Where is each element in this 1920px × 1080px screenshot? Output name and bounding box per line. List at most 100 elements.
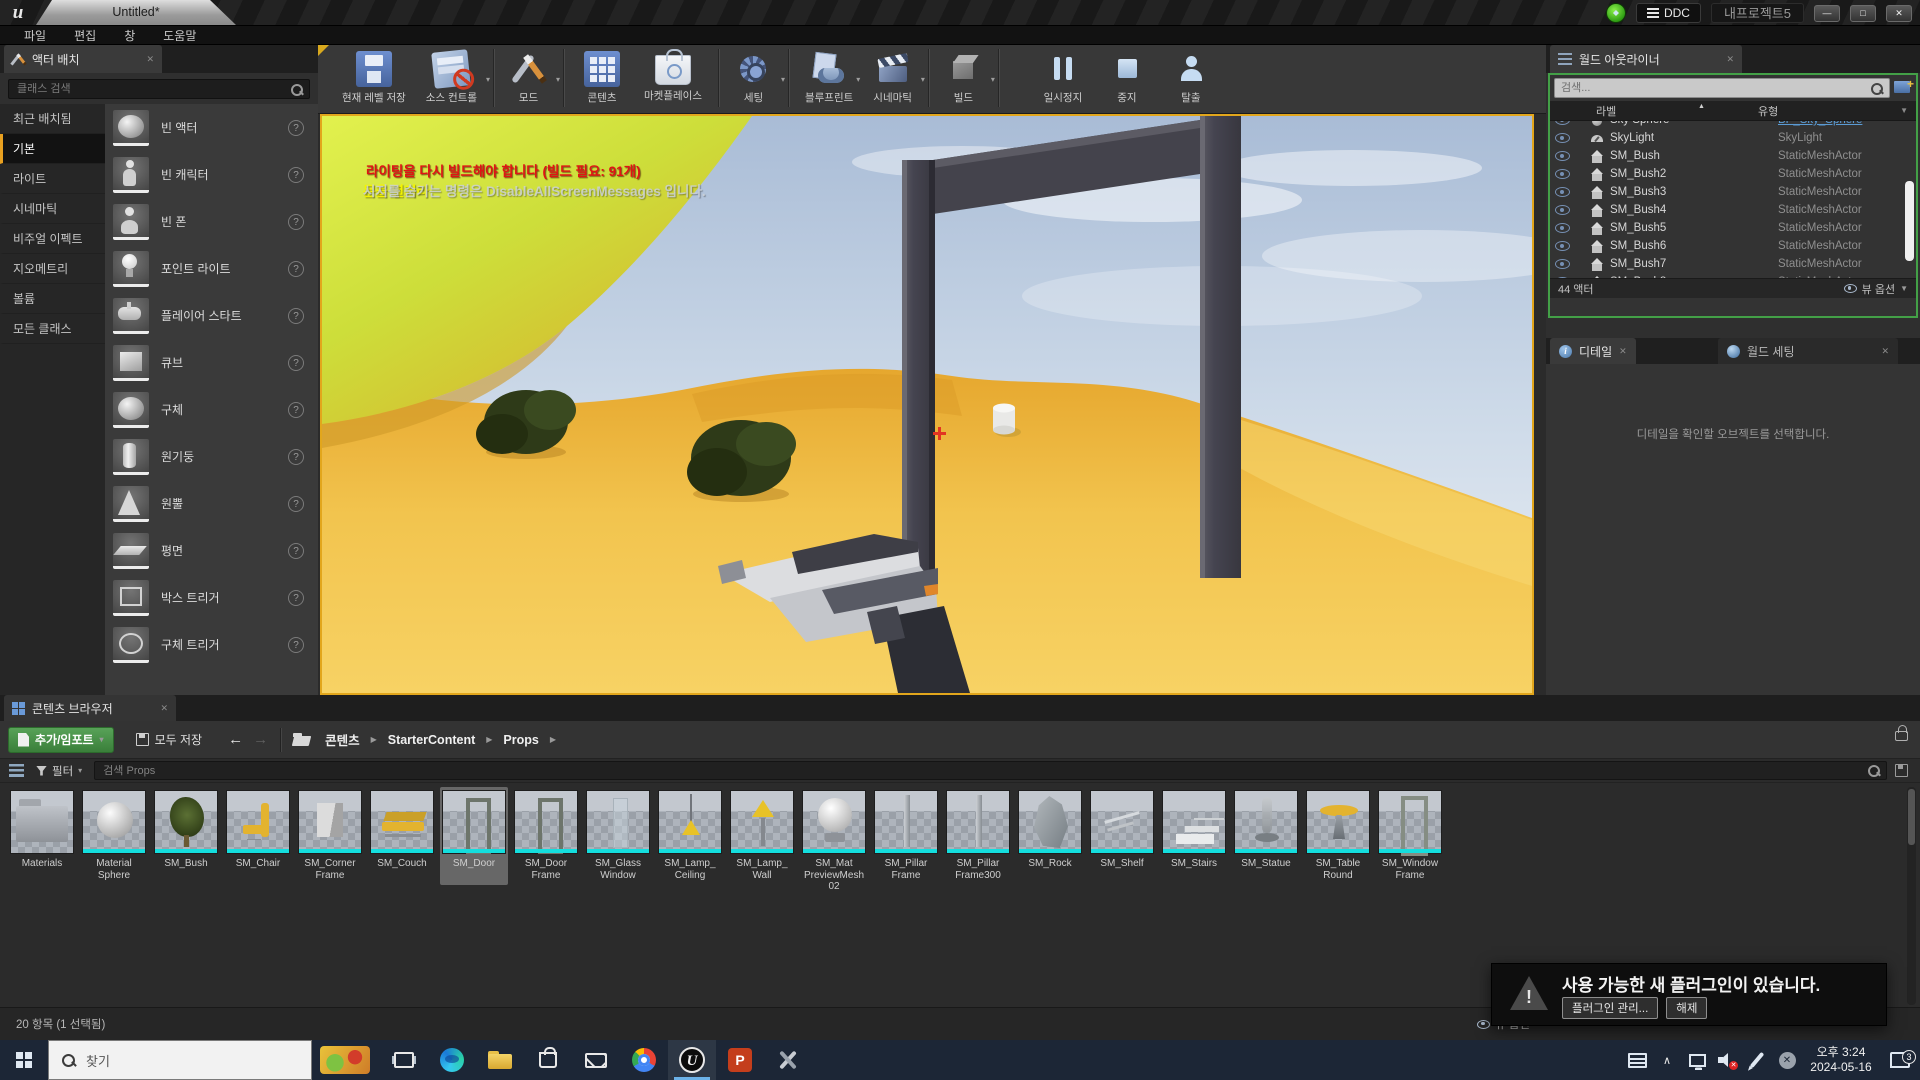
tutorial-launch-icon[interactable] (1606, 3, 1626, 23)
new-folder-icon[interactable] (1894, 81, 1912, 95)
visibility-eye-icon[interactable] (1555, 277, 1570, 278)
outliner-row[interactable]: Sky Sphere BP_Sky_Sphere (1550, 121, 1916, 129)
help-icon[interactable]: ? (288, 355, 304, 371)
pen-icon[interactable] (1742, 1051, 1772, 1069)
SM_Mat PreviewMesh 02[interactable]: SM_Mat PreviewMesh 02 (800, 787, 868, 896)
SM_Glass Window[interactable]: SM_Glass Window (584, 787, 652, 885)
visibility-eye-icon[interactable] (1555, 223, 1570, 233)
3d-viewport[interactable]: 라이팅을 다시 빌드해야 합니다 (빌드 필요: 91개) 문을 열거라시지를 … (320, 114, 1534, 695)
actor-item[interactable]: 평면 ? (105, 527, 318, 574)
view-options-button[interactable]: 뷰 옵션 ▼ (1844, 281, 1908, 297)
actor-category[interactable]: 기본 (0, 134, 105, 164)
breadcrumb-caret-icon[interactable]: ▶ (364, 735, 384, 744)
actor-category[interactable]: 모든 클래스 (0, 314, 105, 344)
save-all-button[interactable]: 모두 저장 (128, 727, 211, 753)
save-search-icon[interactable] (1895, 764, 1908, 777)
menu-item[interactable]: 파일 (10, 27, 60, 44)
help-icon[interactable]: ? (288, 496, 304, 512)
close-icon[interactable]: ✕ (1726, 54, 1734, 65)
close-icon[interactable]: ✕ (146, 54, 154, 65)
outliner-row[interactable]: SM_Bush7 StaticMeshActor (1550, 255, 1916, 273)
taskbar-clock[interactable]: 오후 3:24 2024-05-16 (1802, 1045, 1880, 1075)
manage-plugins-button[interactable]: 플러그인 관리... (1562, 997, 1658, 1019)
column-label[interactable]: 라벨 (1550, 103, 1758, 119)
Material Sphere[interactable]: Material Sphere (80, 787, 148, 885)
actor-item[interactable]: 빈 액터 ? (105, 104, 318, 151)
help-icon[interactable]: ? (288, 449, 304, 465)
actor-category[interactable]: 볼륨 (0, 284, 105, 314)
visibility-eye-icon[interactable] (1555, 133, 1570, 143)
블루프린트[interactable]: 블루프린트 ▾ (795, 49, 863, 107)
outliner-row[interactable]: SM_Bush5 StaticMeshActor (1550, 219, 1916, 237)
maximize-button[interactable]: □ (1850, 5, 1876, 22)
SM_Bush[interactable]: SM_Bush (152, 787, 220, 885)
unreal-engine-icon[interactable]: U (668, 1040, 716, 1080)
menu-item[interactable]: 도움말 (149, 27, 210, 44)
add-import-button[interactable]: 추가/임포트 ▾ (8, 727, 114, 753)
actor-category[interactable]: 지오메트리 (0, 254, 105, 284)
safely-remove-icon[interactable]: ✕ (1772, 1052, 1802, 1069)
actor-item[interactable]: 구체 트리거 ? (105, 621, 318, 668)
close-icon[interactable]: ✕ (1881, 346, 1889, 357)
file-explorer-icon[interactable] (476, 1040, 524, 1080)
help-icon[interactable]: ? (288, 167, 304, 183)
column-type[interactable]: 유형 (1758, 103, 1778, 119)
sources-panel-icon[interactable] (9, 764, 24, 777)
visibility-eye-icon[interactable] (1555, 205, 1570, 215)
tab-details[interactable]: i 디테일 ✕ (1550, 338, 1636, 364)
visibility-eye-icon[interactable] (1555, 151, 1570, 161)
SM_Door Frame[interactable]: SM_Door Frame (512, 787, 580, 885)
SM_Pillar Frame300[interactable]: SM_Pillar Frame300 (944, 787, 1012, 885)
taskbar-search[interactable]: 찾기 (48, 1040, 312, 1080)
시네마틱[interactable]: 시네마틱 ▾ (863, 49, 929, 107)
breadcrumb-item[interactable]: Props (499, 733, 542, 747)
start-button[interactable] (0, 1040, 48, 1080)
actor-category[interactable]: 라이트 (0, 164, 105, 194)
actor-item[interactable]: 빈 캐릭터 ? (105, 151, 318, 198)
SM_Statue[interactable]: SM_Statue (1232, 787, 1300, 885)
actor-item[interactable]: 구체 ? (105, 386, 318, 433)
SM_Lamp_ Wall[interactable]: SM_Lamp_ Wall (728, 787, 796, 885)
chevron-down-icon[interactable]: ▾ (991, 75, 995, 84)
현재 레벨 저장[interactable]: 현재 레벨 저장 (332, 49, 416, 107)
actor-category[interactable]: 비주얼 이펙트 (0, 224, 105, 254)
outliner-scrollbar[interactable] (1905, 181, 1914, 261)
SM_Pillar Frame[interactable]: SM_Pillar Frame (872, 787, 940, 885)
actor-category[interactable]: 시네마틱 (0, 194, 105, 224)
tab-place-actors[interactable]: 액터 배치 ✕ (4, 45, 162, 73)
help-icon[interactable]: ? (288, 308, 304, 324)
sort-ascending-icon[interactable]: ▲ (1698, 103, 1705, 110)
search-icon[interactable] (1867, 764, 1880, 777)
SM_Corner Frame[interactable]: SM_Corner Frame (296, 787, 364, 885)
volume-muted-icon[interactable]: ✕ (1712, 1052, 1742, 1068)
breadcrumb-caret-icon[interactable]: ▶ (479, 735, 499, 744)
chevron-down-icon[interactable]: ▾ (781, 75, 785, 84)
breadcrumb-caret-icon[interactable]: ▶ (543, 735, 563, 744)
outliner-row[interactable]: SM_Bush StaticMeshActor (1550, 147, 1916, 165)
close-icon[interactable]: ✕ (1619, 346, 1627, 357)
SM_Couch[interactable]: SM_Couch (368, 787, 436, 885)
breadcrumb-item[interactable]: 콘텐츠 (321, 730, 364, 749)
outliner-column-header[interactable]: 라벨 ▲ 유형 ▼ (1550, 101, 1916, 121)
visibility-eye-icon[interactable] (1555, 169, 1570, 179)
task-view-icon[interactable] (380, 1040, 428, 1080)
help-icon[interactable]: ? (288, 261, 304, 277)
document-tab[interactable]: Untitled* (36, 0, 236, 25)
help-icon[interactable]: ? (288, 120, 304, 136)
visibility-eye-icon[interactable] (1555, 187, 1570, 197)
모드[interactable]: 모드 ▾ (500, 49, 564, 107)
일시정지[interactable]: 일시정지 (1031, 49, 1095, 107)
마켓플레이스[interactable]: 마켓플레이스 (634, 49, 719, 107)
powerpoint-icon[interactable]: P (716, 1040, 764, 1080)
dev-tools-icon[interactable] (764, 1040, 812, 1080)
menu-item[interactable]: 편집 (60, 27, 110, 44)
actor-item[interactable]: 원기둥 ? (105, 433, 318, 480)
SM_Window Frame[interactable]: SM_Window Frame (1376, 787, 1444, 885)
tab-world-outliner[interactable]: 월드 아웃라이너 ✕ (1550, 45, 1742, 73)
search-icon[interactable] (1870, 82, 1883, 95)
SM_Chair[interactable]: SM_Chair (224, 787, 292, 885)
visibility-eye-icon[interactable] (1555, 259, 1570, 269)
chrome-icon[interactable] (620, 1040, 668, 1080)
help-icon[interactable]: ? (288, 637, 304, 653)
chevron-down-icon[interactable]: ▾ (486, 75, 490, 84)
